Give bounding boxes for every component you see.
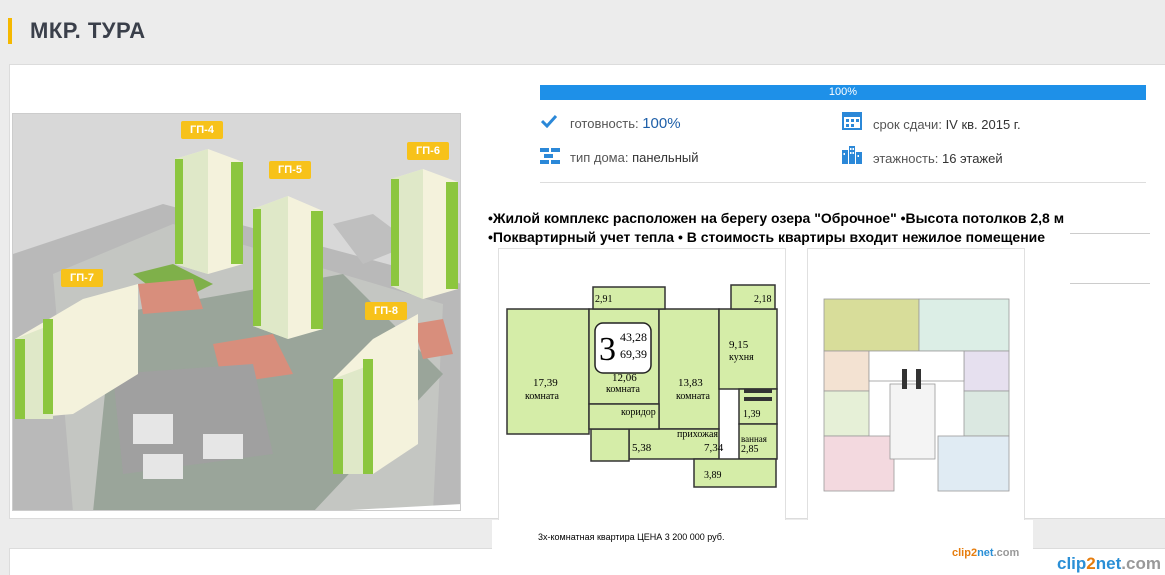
floor-plan-svg — [823, 298, 1010, 492]
page: МКР. ТУРА ГП-4 ГП-5 ГП-6 ГП-7 ГП-8 100% … — [0, 0, 1165, 575]
watermark: clip2net.com — [1057, 554, 1161, 574]
rooms-count: 3 — [599, 331, 616, 368]
divider — [540, 182, 1146, 183]
floors-label: этажность: — [873, 151, 939, 166]
hall-label: прихожая — [677, 429, 719, 440]
building-label: ГП-4 — [181, 121, 223, 139]
building-icon — [842, 146, 862, 164]
floors-value: 16 этажей — [941, 151, 1003, 166]
complex-render-image[interactable]: ГП-4 ГП-5 ГП-6 ГП-7 ГП-8 — [12, 113, 461, 511]
checkmark-icon — [541, 114, 557, 128]
corridor-label: коридор — [621, 407, 656, 418]
building-label: ГП-8 — [365, 302, 407, 320]
calendar-icon — [842, 112, 862, 130]
header: МКР. ТУРА — [0, 0, 1165, 62]
total-area: 69,39 — [620, 347, 647, 361]
watermark-part: net — [977, 547, 994, 559]
room2-area: 12,06 — [612, 372, 637, 384]
readiness-progress-bar: 100% — [540, 85, 1146, 100]
house-type-label: тип дома: — [570, 150, 629, 165]
house-type-info: тип дома: панельный — [570, 150, 698, 165]
kitchen-label: кухня — [729, 352, 754, 363]
room3-label: комната — [676, 391, 710, 402]
room3-area: 13,83 — [678, 377, 703, 389]
watermark-part: .com — [1121, 554, 1161, 573]
divider — [1070, 283, 1150, 284]
balcony2-area: 2,18 — [754, 294, 772, 305]
feature-note-2: •Поквартирный учет тепла • В стоимость к… — [488, 229, 1046, 245]
bricks-icon — [540, 148, 560, 164]
floor-plan-image[interactable] — [807, 248, 1025, 522]
plan-caption: 3х-комнатная квартира ЦЕНА 3 200 000 руб… — [538, 532, 725, 542]
house-type-value: панельный — [632, 150, 699, 165]
watermark-part: 2 — [1086, 554, 1096, 573]
room1-label: комната — [525, 391, 559, 402]
building-label: ГП-6 — [407, 142, 449, 160]
living-area: 43,28 — [620, 330, 647, 344]
area-label: 5,38 — [632, 442, 652, 454]
room1-area: 17,39 — [533, 377, 558, 389]
page-title: МКР. ТУРА — [30, 18, 146, 43]
feature-note-1: •Жилой комплекс расположен на берегу озе… — [488, 210, 1065, 226]
bath-label: ванная — [741, 434, 767, 444]
deadline-label: срок сдачи: — [873, 117, 942, 132]
deadline-value: IV кв. 2015 г. — [945, 117, 1021, 132]
room2-label: комната — [606, 384, 640, 395]
building-label: ГП-7 — [61, 269, 103, 287]
kitchen-area: 9,15 — [729, 339, 749, 351]
deadline-info: срок сдачи: IV кв. 2015 г. — [873, 117, 1021, 132]
apartment-plan-image[interactable]: 3 43,28 69,39 17,39 комната 12,06 комнат… — [498, 248, 786, 522]
watermark-part: .com — [993, 547, 1020, 559]
readiness-info: готовность: 100% — [570, 115, 681, 132]
readiness-label: готовность: — [570, 116, 639, 131]
watermark-part: clip — [952, 547, 971, 559]
watermark-part: net — [1095, 554, 1122, 573]
watermark-part: clip — [1057, 554, 1087, 573]
area-label: 7,34 — [704, 442, 724, 454]
area-label: 1,39 — [743, 409, 761, 420]
area-label: 2,85 — [741, 444, 759, 455]
title-accent — [8, 18, 12, 44]
watermark: clip2net.com — [952, 547, 1019, 559]
divider — [1070, 233, 1150, 234]
area-label: 3,89 — [704, 470, 722, 481]
building-label: ГП-5 — [269, 161, 311, 179]
progress-label: 100% — [828, 86, 858, 98]
readiness-value: 100% — [642, 115, 681, 132]
floors-info: этажность: 16 этажей — [873, 151, 1003, 166]
balcony1-area: 2,91 — [595, 294, 613, 305]
